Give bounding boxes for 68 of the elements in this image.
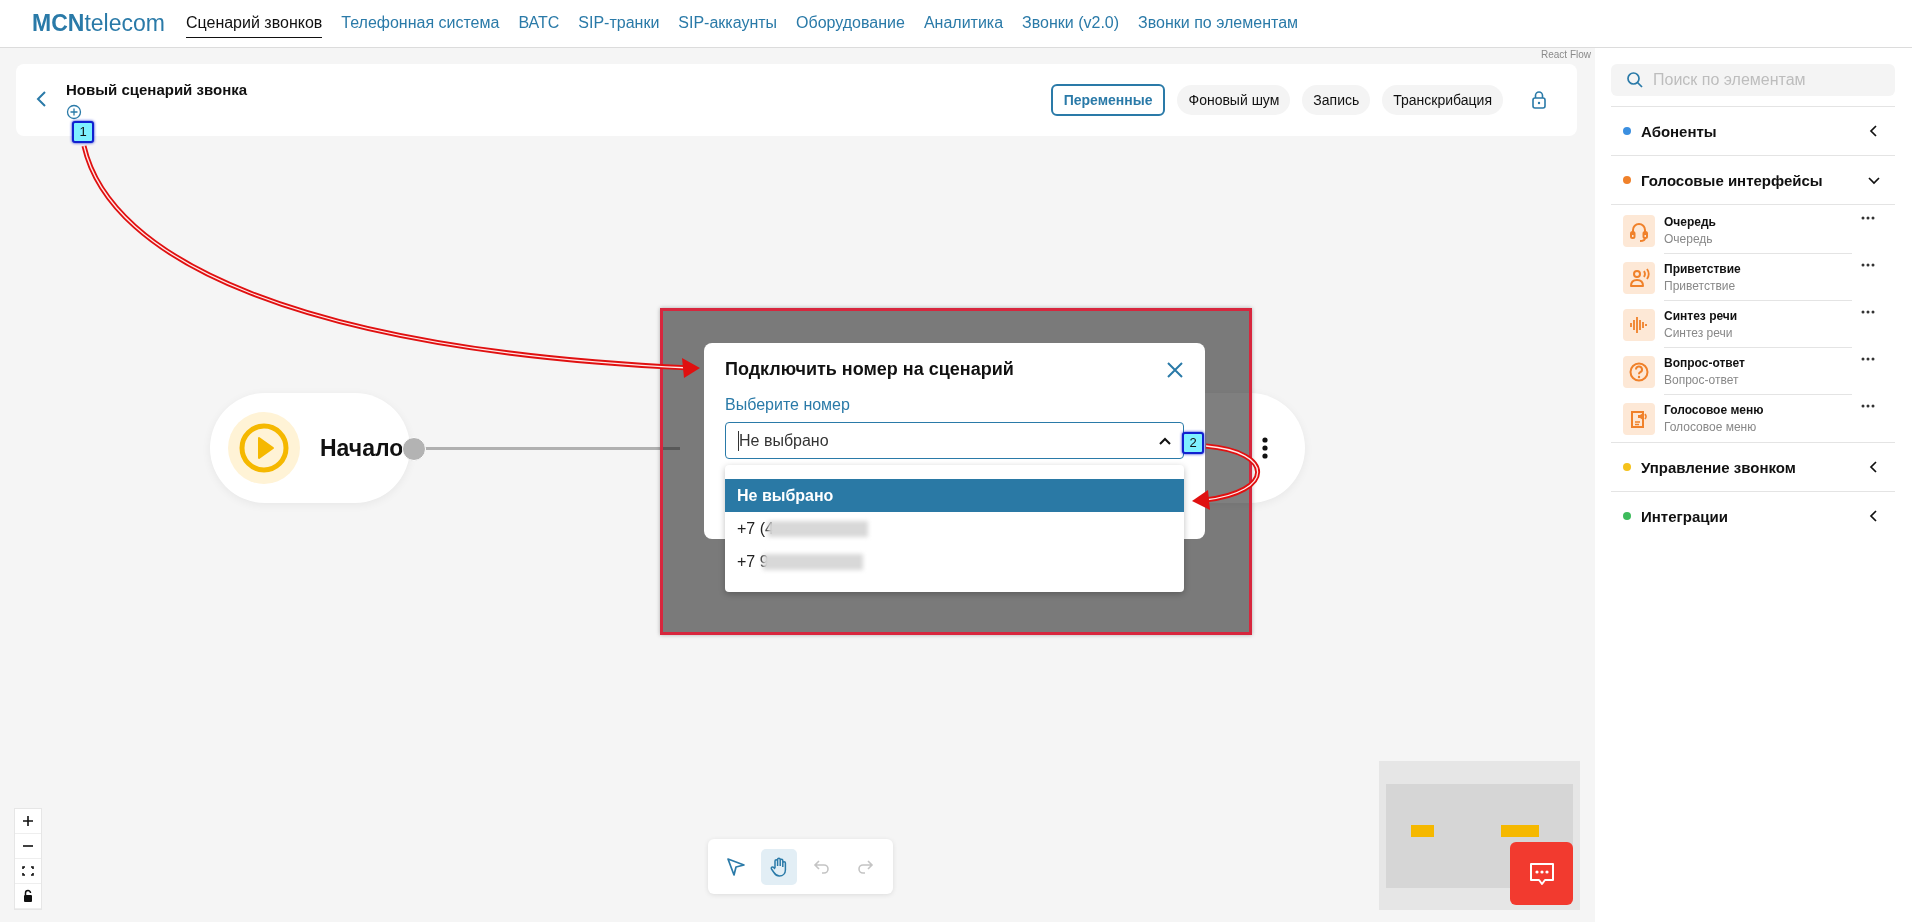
header-button[interactable]: Запись (1302, 85, 1371, 115)
search-icon (1626, 71, 1644, 89)
play-icon (228, 412, 300, 484)
item-subtitle: Очередь (1664, 231, 1714, 246)
category-header[interactable]: Абоненты (1611, 106, 1895, 155)
element-icon (1623, 308, 1655, 341)
nav-link[interactable]: Звонки (v2.0) (1022, 10, 1120, 37)
more-icon[interactable] (1861, 404, 1875, 408)
field-label: Выберите номер (725, 396, 851, 414)
chat-button[interactable] (1510, 842, 1573, 905)
category-header[interactable]: Голосовые интерфейсы (1611, 155, 1895, 204)
item-title: Синтез речи (1664, 308, 1739, 323)
logo[interactable]: MCNtelecom (32, 10, 165, 37)
item-subtitle: Голосовое меню (1664, 420, 1758, 434)
more-vertical-icon[interactable] (1261, 437, 1269, 459)
callout-badge: 1 (72, 121, 94, 143)
minimap-node (1501, 825, 1539, 837)
item-title: Приветствие (1664, 261, 1742, 276)
item-title: Вопрос-ответ (1664, 355, 1746, 370)
item-title: Голосовое меню (1664, 403, 1765, 417)
category-header[interactable]: Интеграции (1611, 491, 1895, 540)
element-icon (1623, 214, 1655, 247)
add-icon[interactable] (66, 104, 82, 120)
callout-badge: 2 (1182, 432, 1204, 454)
nav-link[interactable]: Телефонная система (341, 10, 500, 37)
more-icon[interactable] (1861, 263, 1875, 267)
minimap-node (1411, 825, 1434, 837)
nav-link[interactable]: SIP-транки (578, 10, 660, 37)
nav-link[interactable]: Оборудование (796, 10, 905, 37)
item-title: Очередь (1664, 214, 1717, 229)
more-icon[interactable] (1861, 216, 1875, 220)
number-select[interactable]: Не выбрано (725, 422, 1184, 459)
category-title: Голосовые интерфейсы (1641, 171, 1824, 189)
element-icon (1623, 402, 1655, 435)
item-subtitle: Синтез речи (1664, 325, 1734, 340)
category-title: Интеграции (1641, 507, 1729, 525)
dropdown-option[interactable]: Не выбрано (725, 479, 1184, 512)
nav-link[interactable]: Аналитика (923, 10, 1004, 37)
nav-link[interactable]: ВАТС (518, 10, 560, 37)
dropdown-option[interactable]: +7 (4 (725, 512, 1184, 545)
element-item[interactable]: Приветствие Приветствие (1623, 254, 1895, 301)
node-label: Начало (320, 434, 404, 462)
element-icon (1623, 355, 1655, 388)
item-subtitle: Вопрос-ответ (1664, 372, 1740, 387)
scenario-title: Новый сценарий звонка (66, 81, 248, 98)
element-item[interactable]: Голосовое меню Голосовое меню (1623, 395, 1895, 442)
item-subtitle: Приветствие (1664, 278, 1737, 293)
element-icon (1623, 261, 1655, 294)
header-button[interactable]: Транскрибация (1382, 85, 1503, 115)
chevron-up-icon (1159, 436, 1171, 445)
nav-link[interactable]: Сценарий звонков (185, 9, 323, 38)
element-item[interactable]: Вопрос-ответ Вопрос-ответ (1623, 348, 1895, 395)
nav-link[interactable]: SIP-аккаунты (678, 10, 778, 37)
more-icon[interactable] (1861, 310, 1875, 314)
header-button[interactable]: Фоновый шум (1177, 85, 1291, 115)
connection-handle[interactable] (402, 437, 426, 461)
nav-link[interactable]: Звонки по элементам (1138, 10, 1299, 37)
element-item[interactable]: Синтез речи Синтез речи (1623, 301, 1895, 348)
hand-button[interactable] (761, 848, 797, 885)
dialog-title: Подключить номер на сценарий (725, 359, 1014, 380)
header-button[interactable]: Переменные (1050, 84, 1166, 116)
category-header[interactable]: Управление звонком (1611, 442, 1895, 491)
category-title: Абоненты (1641, 122, 1718, 140)
close-icon[interactable] (1166, 360, 1184, 379)
start-node[interactable]: Начало (210, 393, 410, 503)
category-title: Управление звонком (1641, 458, 1797, 476)
more-icon[interactable] (1861, 357, 1875, 361)
element-item[interactable]: Очередь Очередь (1623, 207, 1895, 254)
